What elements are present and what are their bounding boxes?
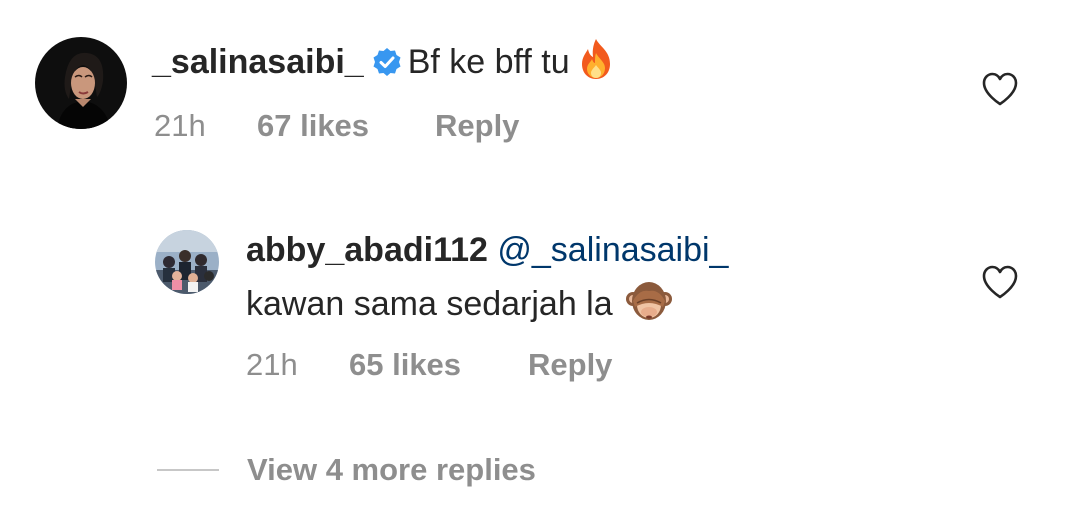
comment-time: 21h [246, 347, 298, 382]
comment-text-line: _salinasaibi_ Bf ke bff tu [152, 37, 616, 90]
heart-outline-icon[interactable] [981, 71, 1019, 107]
comment-item: _salinasaibi_ Bf ke bff tu 21h 67 likes R… [0, 0, 1080, 200]
avatar[interactable] [35, 37, 127, 129]
reply-button[interactable]: Reply [435, 108, 519, 144]
comment-time: 21h [154, 108, 206, 143]
view-more-replies-button[interactable]: View 4 more replies [247, 452, 536, 488]
comment-text-line: kawan sama sedarjah la [246, 279, 673, 332]
divider-line [157, 469, 219, 471]
comment-likes[interactable]: 67 likes [257, 108, 369, 144]
comment-username[interactable]: _salinasaibi_ [152, 43, 364, 81]
comment-text-line: abby_abadi112 @_salinasaibi_ [246, 230, 728, 270]
comment-likes[interactable]: 65 likes [349, 347, 461, 383]
mention-link[interactable]: @_salinasaibi_ [497, 231, 728, 269]
verified-badge-icon [372, 46, 402, 86]
view-more-replies[interactable]: View 4 more replies [157, 450, 657, 490]
comment-text: Bf ke bff tu [407, 43, 570, 81]
comment-meta: 21h 67 likes Reply [154, 108, 654, 144]
see-no-evil-monkey-emoji [625, 279, 673, 332]
comment-text: kawan sama sedarjah la [246, 285, 613, 323]
comment-username[interactable]: abby_abadi112 [246, 231, 488, 269]
fire-emoji [576, 37, 616, 90]
reply-button[interactable]: Reply [528, 347, 612, 383]
avatar[interactable] [155, 230, 219, 294]
heart-outline-icon[interactable] [981, 264, 1019, 300]
comment-item: abby_abadi112 @_salinasaibi_ kawan sama … [0, 210, 1080, 420]
comment-meta: 21h 65 likes Reply [246, 347, 746, 383]
